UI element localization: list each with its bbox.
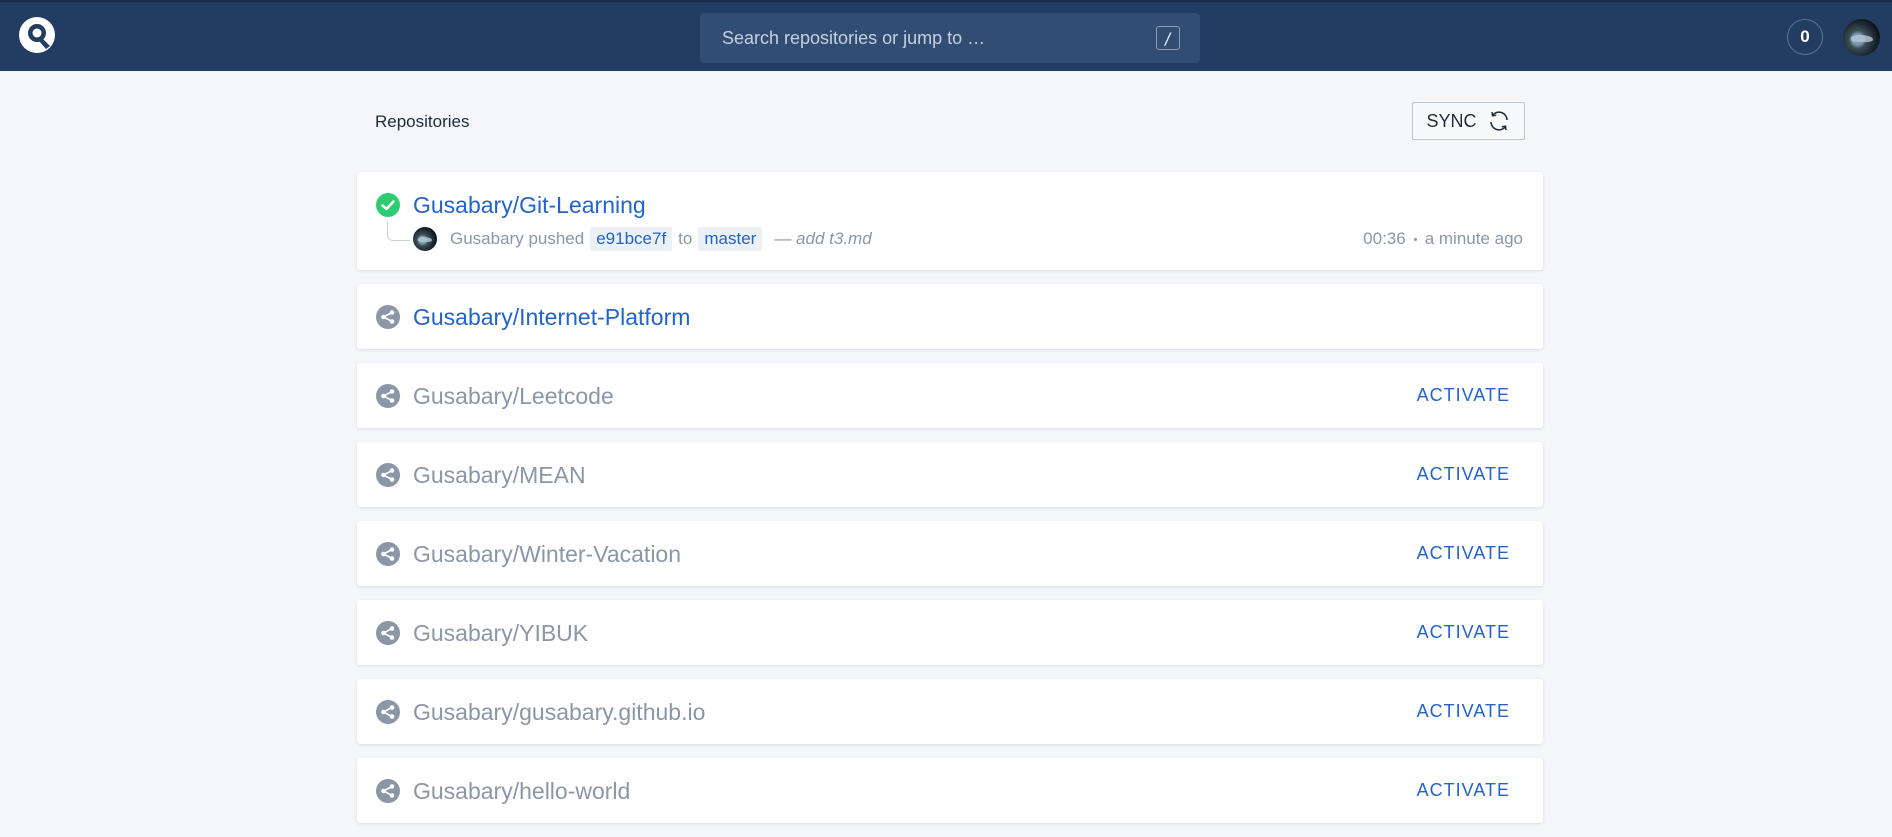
build-duration: 00:36 <box>1363 229 1406 248</box>
repo-share-icon <box>376 621 400 645</box>
build-connector-line <box>387 222 410 241</box>
latest-build-row[interactable]: Gusabary pushed e91bce7f to master — add… <box>413 226 1523 252</box>
branch-name: master <box>698 227 763 251</box>
page-title: Repositories <box>375 112 470 131</box>
repo-name: Gusabary/YIBUK <box>413 620 589 646</box>
drone-logo-icon[interactable] <box>18 16 56 54</box>
sync-button[interactable]: SYNC <box>1412 102 1525 140</box>
sync-button-label: SYNC <box>1426 110 1477 131</box>
activate-button[interactable]: ACTIVATE <box>1417 701 1510 722</box>
repo-card: Gusabary/Git-Learning Gusabary pushed e9… <box>357 172 1543 270</box>
repo-name: Gusabary/hello-world <box>413 778 631 804</box>
build-author: Gusabary <box>450 229 524 248</box>
repo-share-icon <box>376 779 400 803</box>
repo-name: Gusabary/Winter-Vacation <box>413 541 682 567</box>
search-input[interactable] <box>720 26 1156 50</box>
repo-share-icon <box>376 305 400 329</box>
repo-card: Gusabary/YIBUK ACTIVATE <box>357 600 1543 665</box>
repo-card: Gusabary/Internet-Platform <box>357 284 1543 349</box>
repo-share-icon <box>376 700 400 724</box>
build-relative-time: a minute ago <box>1424 229 1523 248</box>
repo-share-icon <box>376 542 400 566</box>
repo-card: Gusabary/MEAN ACTIVATE <box>357 442 1543 507</box>
separator-dot <box>1413 237 1417 241</box>
activate-button[interactable]: ACTIVATE <box>1417 385 1510 406</box>
repo-share-icon <box>376 384 400 408</box>
repo-card: Gusabary/Winter-Vacation ACTIVATE <box>357 521 1543 586</box>
sync-icon <box>1489 111 1508 131</box>
activate-button[interactable]: ACTIVATE <box>1417 622 1510 643</box>
search-box[interactable]: / <box>700 13 1200 63</box>
commit-hash: e91bce7f <box>590 227 673 251</box>
repo-name: Gusabary/Leetcode <box>413 383 614 409</box>
success-check-icon <box>376 193 400 217</box>
build-timing: 00:36 a minute ago <box>1363 229 1523 249</box>
build-author-avatar <box>413 227 437 251</box>
repo-card: Gusabary/hello-world ACTIVATE <box>357 758 1543 823</box>
repo-share-icon <box>376 463 400 487</box>
activate-button[interactable]: ACTIVATE <box>1417 543 1510 564</box>
activate-button[interactable]: ACTIVATE <box>1417 464 1510 485</box>
top-navigation-bar: / 0 <box>0 0 1892 71</box>
notification-count-button[interactable]: 0 <box>1787 19 1823 55</box>
repo-name: Gusabary/gusabary.github.io <box>413 699 706 725</box>
commit-message: — add t3.md <box>774 229 872 248</box>
build-action: pushed <box>528 229 585 248</box>
repo-name: Gusabary/MEAN <box>413 462 586 488</box>
search-shortcut-key: / <box>1156 26 1180 50</box>
user-avatar[interactable] <box>1843 19 1880 56</box>
repo-name-link[interactable]: Gusabary/Git-Learning <box>413 192 646 219</box>
repo-card: Gusabary/gusabary.github.io ACTIVATE <box>357 679 1543 744</box>
build-to-text: to <box>678 229 693 248</box>
repo-card: Gusabary/Leetcode ACTIVATE <box>357 363 1543 428</box>
activate-button[interactable]: ACTIVATE <box>1417 780 1510 801</box>
repository-list: Gusabary/Git-Learning Gusabary pushed e9… <box>357 172 1543 837</box>
repo-name-link[interactable]: Gusabary/Internet-Platform <box>413 304 690 331</box>
